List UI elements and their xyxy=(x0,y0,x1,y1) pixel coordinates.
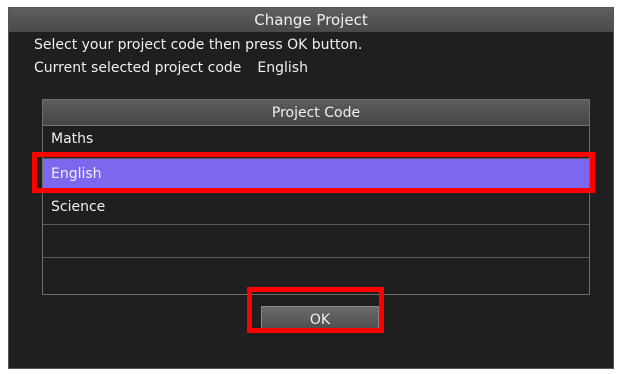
project-code-header: Project Code xyxy=(43,100,589,126)
current-selection-line: Current selected project code English xyxy=(34,60,308,76)
project-row-science[interactable]: Science xyxy=(43,192,589,225)
project-row-empty[interactable] xyxy=(43,225,589,258)
project-code-table: Project Code Maths English Science xyxy=(42,99,590,295)
project-row-empty[interactable] xyxy=(43,258,589,294)
project-row-maths[interactable]: Maths xyxy=(43,126,589,159)
current-selection-value: English xyxy=(257,60,308,76)
ok-button[interactable]: OK xyxy=(261,306,379,332)
instruction-text: Select your project code then press OK b… xyxy=(34,37,363,53)
change-project-dialog: Change Project Select your project code … xyxy=(8,7,614,369)
current-selection-label: Current selected project code xyxy=(34,60,242,76)
project-row-english[interactable]: English xyxy=(43,159,589,192)
dialog-title: Change Project xyxy=(9,8,613,32)
